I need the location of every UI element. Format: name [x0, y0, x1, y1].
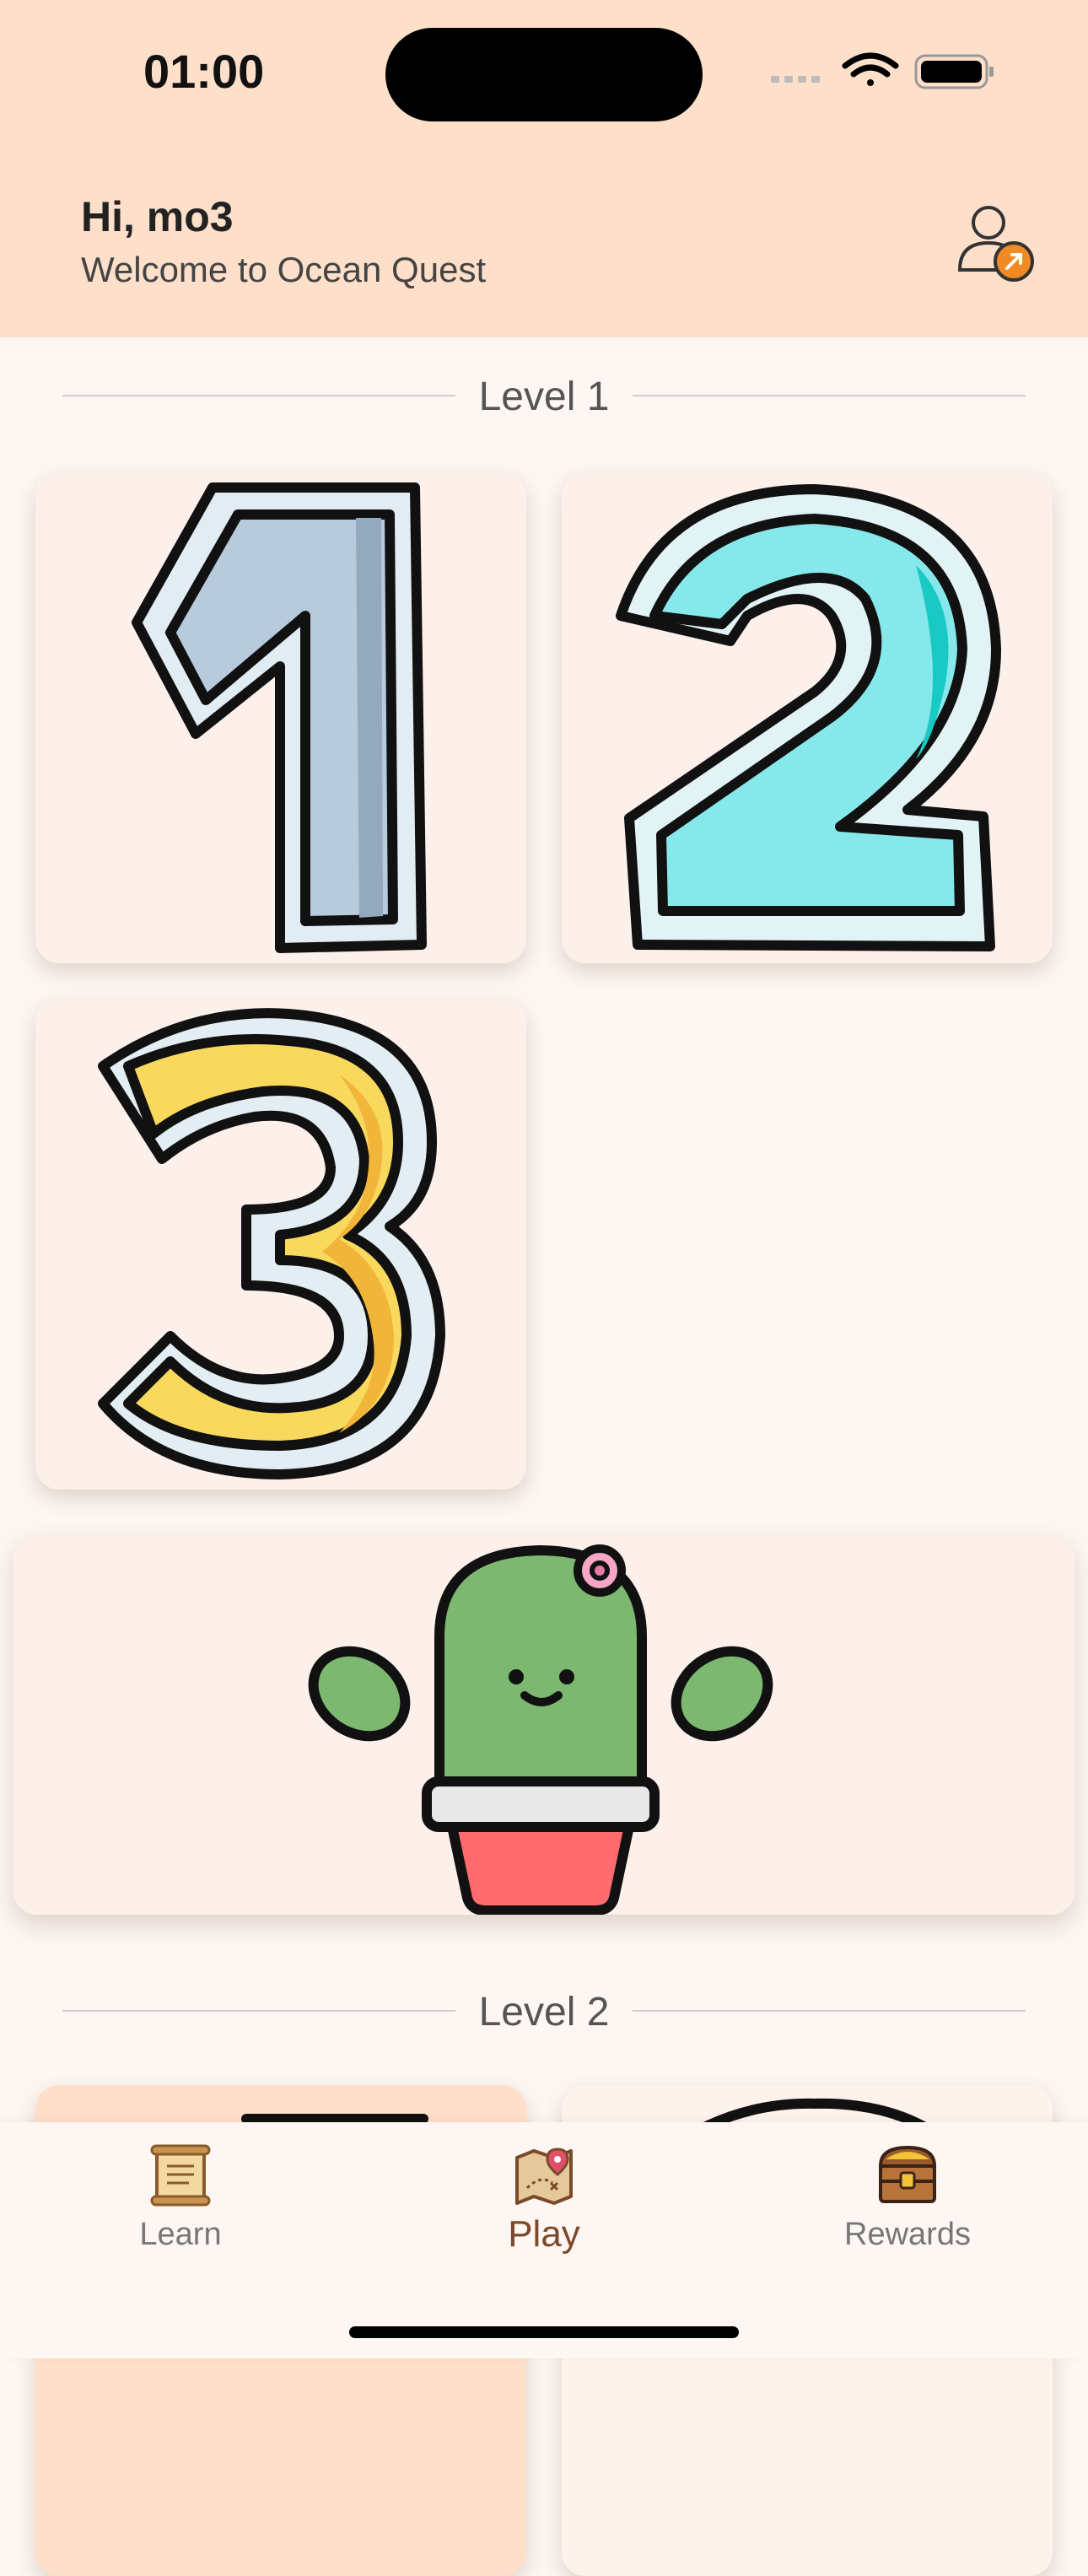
treasure-map-icon	[515, 2148, 573, 2205]
battery-icon	[914, 54, 994, 89]
number-three-icon	[98, 1008, 445, 1479]
cactus-icon	[308, 1544, 773, 1915]
treasure-chest-icon	[878, 2145, 937, 2203]
tab-rewards-label: Rewards	[844, 2217, 971, 2252]
signal-icon	[771, 76, 820, 83]
level-1-label: Level 1	[455, 375, 633, 419]
welcome-subtitle: Welcome to Ocean Quest	[81, 250, 487, 289]
number-two-icon	[616, 484, 1001, 951]
level-2-divider: Level 2	[62, 1981, 1026, 2040]
app-header: 01:00 Hi, mo3 Welcome to Ocean Quest	[0, 0, 1088, 337]
level-1-divider: Level 1	[62, 365, 1026, 424]
home-indicator	[349, 2326, 739, 2338]
wifi-icon	[842, 52, 899, 86]
number-card-1[interactable]	[35, 472, 526, 963]
scroll-icon	[150, 2144, 211, 2207]
user-share-icon[interactable]	[956, 201, 1037, 285]
tab-rewards[interactable]: Rewards	[781, 2122, 1034, 2291]
number-one-icon	[132, 482, 427, 953]
status-time: 01:00	[143, 45, 265, 98]
dynamic-island	[385, 28, 703, 121]
tab-play-label: Play	[508, 2213, 580, 2255]
level-2-label: Level 2	[455, 1990, 633, 2034]
tab-learn-label: Learn	[139, 2217, 222, 2252]
tab-learn[interactable]: Learn	[54, 2122, 307, 2291]
bottom-tab-bar: Learn Play Rewards	[0, 2122, 1088, 2358]
status-icons	[771, 52, 994, 89]
cactus-banner-card[interactable]	[13, 1535, 1075, 1915]
number-card-2[interactable]	[562, 472, 1053, 963]
tab-play[interactable]: Play	[417, 2122, 671, 2291]
number-card-3[interactable]	[35, 999, 526, 1490]
greeting-text: Hi, mo3	[81, 193, 234, 240]
